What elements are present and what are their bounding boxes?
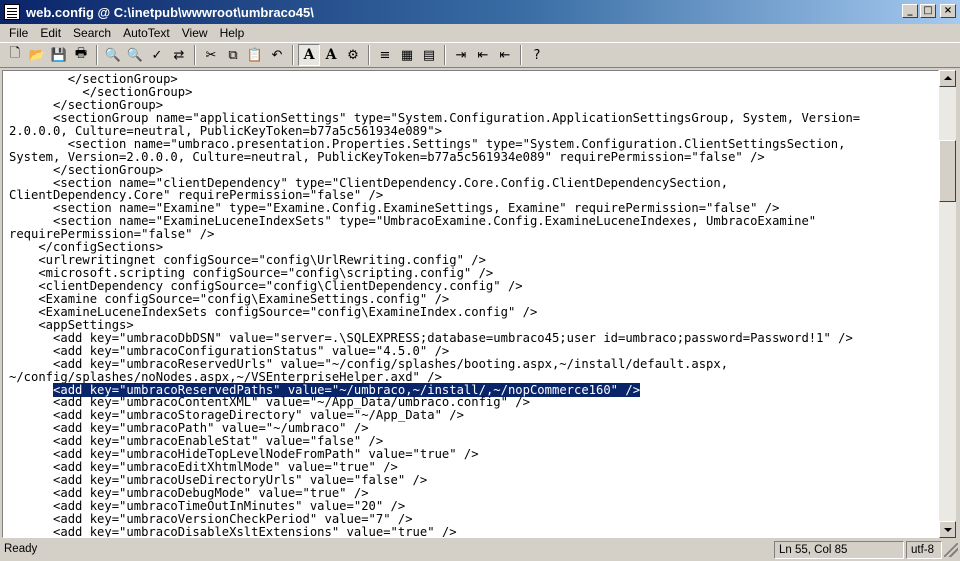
code-line[interactable]: </sectionGroup>	[9, 163, 938, 177]
menu-bar: File Edit Search AutoText View Help	[0, 24, 960, 42]
copy-icon[interactable]: ⧉	[222, 44, 244, 66]
window-title: web.config @ C:\inetpub\wwwroot\umbraco4…	[26, 4, 314, 20]
toolbar-separator	[194, 45, 196, 65]
undo-icon[interactable]: ↶	[266, 44, 288, 66]
status-bar: Ready Ln 55, Col 85 utf-8	[0, 539, 960, 561]
scroll-thumb[interactable]	[939, 140, 956, 202]
code-line[interactable]: </sectionGroup>	[9, 85, 938, 99]
page-icon[interactable]: ▤	[418, 44, 440, 66]
status-message: Ready	[4, 543, 38, 555]
code-line[interactable]: ~/config/splashes/noNodes.aspx,~/VSEnter…	[9, 370, 938, 384]
code-line[interactable]: <add key="umbracoVersionCheckPeriod" val…	[9, 512, 938, 526]
spellcheck-icon[interactable]: ✓	[146, 44, 168, 66]
help-icon[interactable]: ?	[526, 44, 548, 66]
unindent-icon[interactable]: ⇤	[494, 44, 516, 66]
code-line[interactable]: </sectionGroup>	[9, 73, 938, 86]
code-line[interactable]: <add key="umbracoDbDSN" value="server=.\…	[9, 331, 938, 345]
encoding-indicator[interactable]: utf-8	[906, 541, 942, 559]
menu-search[interactable]: Search	[67, 24, 117, 42]
window-controls: _ □ ×	[902, 4, 956, 18]
scroll-down-arrow-icon[interactable]	[939, 521, 956, 538]
indent-icon[interactable]: ⇥	[450, 44, 472, 66]
menu-edit[interactable]: Edit	[34, 24, 67, 42]
code-line[interactable]: <appSettings>	[9, 318, 938, 332]
notepad-app-icon[interactable]	[4, 4, 20, 20]
paste-icon[interactable]: 📋	[244, 44, 266, 66]
bold-font-icon[interactable]: A	[298, 44, 320, 66]
code-line[interactable]: <ExamineLuceneIndexSets configSource="co…	[9, 305, 938, 319]
text-editor[interactable]: </sectionGroup> </sectionGroup> </sectio…	[2, 70, 939, 538]
outdent-icon[interactable]: ⇤	[472, 44, 494, 66]
settings-icon[interactable]: ⚙	[342, 44, 364, 66]
minimize-button[interactable]: _	[902, 4, 918, 18]
replace-icon[interactable]: ⇄	[168, 44, 190, 66]
close-button[interactable]: ×	[940, 4, 956, 18]
code-line[interactable]: <section name="umbraco.presentation.Prop…	[9, 137, 938, 151]
print-icon[interactable]: 🖶	[70, 44, 92, 66]
new-file-icon[interactable]: 🗋	[4, 44, 26, 66]
toolbar-separator	[96, 45, 98, 65]
maximize-button[interactable]: □	[920, 4, 936, 18]
toolbar-separator	[520, 45, 522, 65]
resize-grip-icon[interactable]	[944, 543, 958, 557]
code-line[interactable]: <add key="umbracoConfigurationStatus" va…	[9, 344, 938, 358]
scroll-up-arrow-icon[interactable]	[939, 70, 956, 87]
code-line[interactable]: </sectionGroup>	[9, 98, 938, 112]
wrap-icon[interactable]: ≡	[374, 44, 396, 66]
code-line[interactable]: <Examine configSource="config\ExamineSet…	[9, 292, 938, 306]
menu-autotext[interactable]: AutoText	[117, 24, 176, 42]
title-bar: web.config @ C:\inetpub\wwwroot\umbraco4…	[0, 0, 960, 24]
menu-view[interactable]: View	[176, 24, 214, 42]
code-text[interactable]: </sectionGroup> </sectionGroup> </sectio…	[3, 71, 938, 537]
code-line[interactable]: <clientDependency configSource="config\C…	[9, 280, 938, 293]
toolbar: 🗋 📂 💾 🖶 🔍 🔍 ✓ ⇄ ✂ ⧉ 📋 ↶ A A ⚙ ≡ ▦ ▤ ⇥ ⇤ ⇤?	[0, 42, 960, 68]
font-icon[interactable]: A	[320, 44, 342, 66]
vertical-scrollbar[interactable]	[939, 70, 956, 538]
code-line[interactable]: <add key="umbracoDebugMode" value="true"…	[9, 487, 938, 500]
code-line[interactable]: <add key="umbracoDisableXsltExtensions" …	[9, 525, 938, 537]
code-line[interactable]: <sectionGroup name="applicationSettings"…	[9, 111, 938, 125]
menu-help[interactable]: Help	[214, 24, 251, 42]
cursor-position: Ln 55, Col 85	[774, 541, 904, 559]
toolbar-separator	[292, 45, 294, 65]
save-icon[interactable]: 💾	[48, 44, 70, 66]
open-folder-icon[interactable]: 📂	[26, 44, 48, 66]
selection-highlight: <add key="umbracoReservedPaths" value="~…	[53, 382, 641, 397]
code-line[interactable]: <add key="umbracoTimeOutInMinutes" value…	[9, 499, 938, 513]
toolbar-separator	[368, 45, 370, 65]
code-line[interactable]: <add key="umbracoReservedUrls" value="~/…	[9, 357, 938, 371]
code-line[interactable]: 2.0.0.0, Culture=neutral, PublicKeyToken…	[9, 124, 938, 138]
find-icon[interactable]: 🔍	[102, 44, 124, 66]
code-line[interactable]: System, Version=2.0.0.0, Culture=neutral…	[9, 150, 938, 164]
hex-icon[interactable]: ▦	[396, 44, 418, 66]
menu-file[interactable]: File	[3, 24, 34, 42]
find-next-icon[interactable]: 🔍	[124, 44, 146, 66]
toolbar-separator	[444, 45, 446, 65]
cut-icon[interactable]: ✂	[200, 44, 222, 66]
